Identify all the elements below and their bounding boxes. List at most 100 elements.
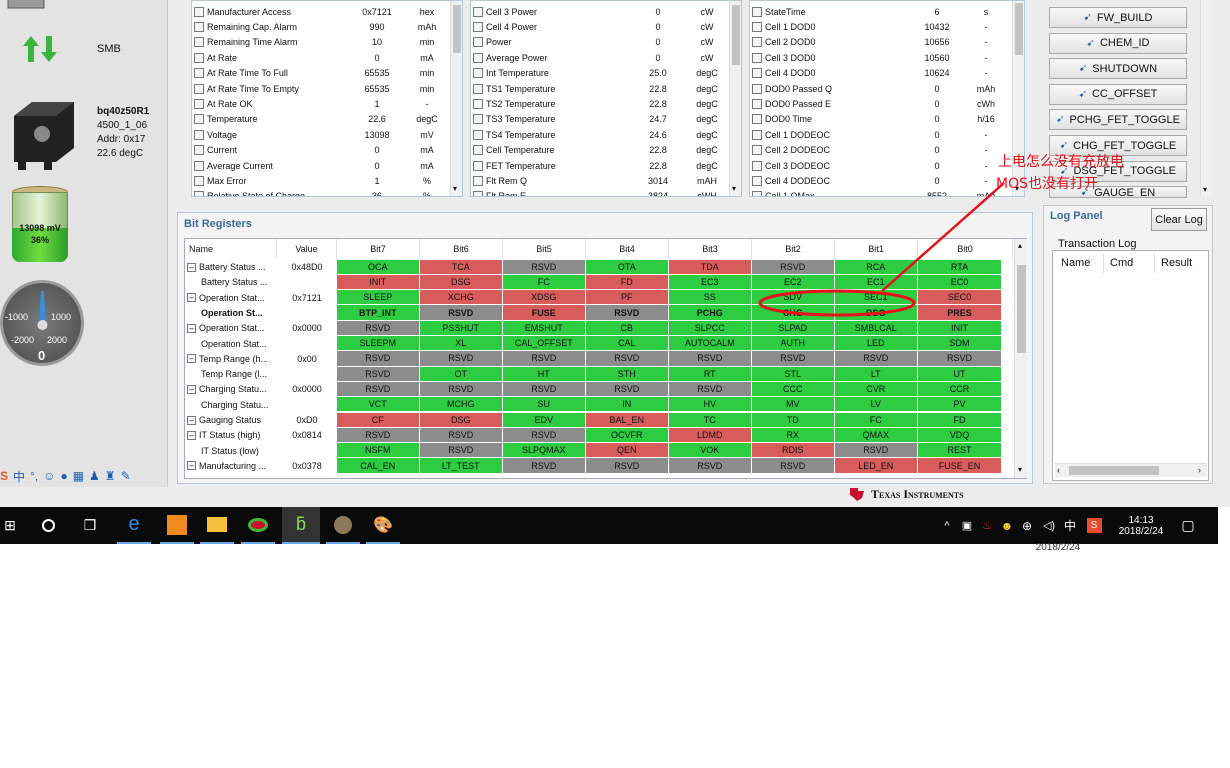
tray-smile-icon[interactable]: ☻ bbox=[998, 507, 1016, 544]
bit-cell: FUSE_EN bbox=[918, 458, 1002, 473]
register-name: TS2 Temperature bbox=[486, 99, 556, 110]
register-unit: cW bbox=[700, 37, 714, 48]
bit-register-label: IT Status (low) bbox=[201, 445, 259, 456]
paint-icon[interactable]: 🎨 bbox=[366, 507, 400, 544]
register-row[interactable]: DOD0 Passed Q 0 mAh bbox=[752, 81, 1007, 96]
emoji-icon[interactable]: ☺ bbox=[43, 469, 55, 483]
register-row[interactable]: Manufacturer Access 0x7121 hex bbox=[194, 4, 449, 19]
register-row[interactable]: Voltage 13098 mV bbox=[194, 127, 449, 142]
register-row[interactable]: TS3 Temperature 24.7 degC bbox=[473, 112, 728, 127]
task-view-button[interactable]: ❐ bbox=[74, 507, 106, 544]
register-value: 0 bbox=[934, 114, 940, 125]
skin-icon[interactable]: ♜ bbox=[105, 469, 116, 483]
bit-register-row[interactable]: – IT Status (high) 0x0814 RSVD RSVD RSVD OCVFR… bbox=[185, 427, 1013, 443]
app-green-red-icon[interactable] bbox=[241, 507, 275, 544]
ime-indicator[interactable]: 中 bbox=[1060, 507, 1080, 544]
register-row[interactable]: Int Temperature 25.0 degC bbox=[473, 66, 728, 81]
register-row[interactable]: DOD0 Passed E 0 cWh bbox=[752, 96, 1007, 111]
register-row[interactable]: Cell 4 Power 0 cW bbox=[473, 19, 728, 34]
command-button[interactable]: ➹ PCHG_FET_TOGGLE bbox=[1049, 109, 1187, 131]
ime-toolbar[interactable]: S 中 °, ☺ ● ▦ ♟ ♜ ✎ bbox=[0, 466, 166, 486]
bit-cell: OT bbox=[420, 366, 503, 381]
bit-cell: RDIS bbox=[752, 443, 835, 458]
bit-register-row[interactable]: Temp Range (l... RSVD OT HT STH RT STL LT UT bbox=[185, 366, 1013, 382]
register-row[interactable]: Cell 1 DOD0 10432 - bbox=[752, 19, 1007, 34]
bit-cell: RSVD bbox=[337, 381, 420, 397]
cortana-button[interactable] bbox=[32, 507, 64, 544]
register-row[interactable]: Cell 3 Power 0 cW bbox=[473, 4, 728, 19]
register-row[interactable]: Cell 4 DOD0 10624 - bbox=[752, 66, 1007, 81]
app-orange-icon[interactable] bbox=[160, 507, 194, 544]
register-row[interactable]: StateTime 6 s bbox=[752, 4, 1007, 19]
register-row[interactable]: Temperature 22.6 degC bbox=[194, 112, 449, 127]
punctuation-icon[interactable]: °, bbox=[30, 469, 38, 483]
expand-toggle-icon[interactable]: – bbox=[187, 384, 196, 394]
command-button[interactable]: ➹ CHEM_ID bbox=[1049, 32, 1187, 54]
clock[interactable]: 14:13 2018/2/24 bbox=[1110, 507, 1172, 544]
register-unit: - bbox=[425, 99, 429, 110]
register-row[interactable]: TS4 Temperature 24.6 degC bbox=[473, 127, 728, 142]
wrench-icon[interactable]: ✎ bbox=[121, 469, 131, 483]
register-row[interactable]: Remaining Time Alarm 10 min bbox=[194, 35, 449, 50]
log-panel: Log Panel Clear Log Transaction Log Name… bbox=[1043, 205, 1213, 484]
register-row[interactable]: DOD0 Time 0 h/16 bbox=[752, 112, 1007, 127]
bit-cell: OCVFR bbox=[586, 427, 669, 443]
command-button[interactable]: ➹ SHUTDOWN bbox=[1049, 58, 1187, 80]
mic-icon[interactable]: ● bbox=[60, 469, 67, 483]
bqstudio-taskbar-icon[interactable]: ƃ bbox=[282, 507, 320, 544]
expand-toggle-icon[interactable]: – bbox=[187, 430, 196, 440]
gauge-label: -1000 bbox=[5, 312, 29, 322]
tray-app-icon[interactable]: ▣ bbox=[958, 507, 976, 544]
register-name: At Rate Time To Full bbox=[207, 68, 288, 79]
keyboard-icon[interactable]: ▦ bbox=[73, 469, 84, 483]
bit-register-name: Charging Statu... bbox=[187, 397, 275, 412]
file-explorer-icon[interactable] bbox=[200, 507, 234, 544]
register-name: Cell 4 Power bbox=[486, 22, 538, 33]
register-row[interactable]: At Rate 0 mA bbox=[194, 50, 449, 65]
register-row[interactable]: At Rate Time To Full 65535 min bbox=[194, 66, 449, 81]
log-horizontal-scrollbar[interactable]: ‹ › bbox=[1055, 463, 1207, 477]
register-row[interactable]: TS2 Temperature 22.8 degC bbox=[473, 96, 728, 111]
bit-register-row[interactable]: – Manufacturing ... 0x0378 CAL_EN LT_TEST RSV… bbox=[185, 458, 1013, 473]
command-button[interactable]: ➹ CC_OFFSET bbox=[1049, 83, 1187, 105]
register-unit: - bbox=[984, 129, 988, 140]
volume-icon[interactable]: ◁) bbox=[1040, 507, 1058, 544]
show-hidden-icons[interactable]: ^ bbox=[940, 507, 954, 544]
bit-register-row[interactable]: IT Status (low) NSFM RSVD SLPQMAX QEN VOK RDIS… bbox=[185, 443, 1013, 458]
bit-register-row[interactable]: Charging Statu... VCT MCHG SU IN HV MV LV PV bbox=[185, 397, 1013, 412]
register-row[interactable]: At Rate Time To Empty 65535 min bbox=[194, 81, 449, 96]
ti-logo: Texas Instruments bbox=[848, 486, 964, 502]
notification-icon[interactable]: ▢ bbox=[1176, 507, 1200, 544]
expand-toggle-icon[interactable]: – bbox=[187, 461, 196, 471]
register-row[interactable]: TS1 Temperature 22.8 degC bbox=[473, 81, 728, 96]
register-row[interactable]: Cell 1 DODEOC 0 - bbox=[752, 127, 1007, 142]
register-name: Cell 2 DOD0 bbox=[765, 37, 816, 48]
edge-icon[interactable]: e bbox=[117, 507, 151, 544]
transaction-log-table: Name Cmd Result ‹ › bbox=[1052, 250, 1209, 481]
register-row[interactable]: Power 0 cW bbox=[473, 35, 728, 50]
register-name: Temperature bbox=[207, 114, 258, 125]
register-row[interactable]: Cell 3 DOD0 10560 - bbox=[752, 50, 1007, 65]
tray-flame-icon[interactable]: ♨ bbox=[978, 507, 996, 544]
clear-log-button[interactable]: Clear Log bbox=[1151, 208, 1207, 231]
expand-toggle-icon[interactable]: – bbox=[187, 354, 196, 364]
bit-register-row[interactable]: – Temp Range (h... 0x00 RSVD RSVD RSVD RSVD RSV… bbox=[185, 351, 1013, 366]
expand-toggle-icon[interactable]: – bbox=[187, 415, 196, 425]
command-button[interactable]: ➹ FW_BUILD bbox=[1049, 7, 1187, 28]
sogou-tray-icon[interactable]: S bbox=[1084, 507, 1104, 544]
register-row[interactable]: At Rate OK 1 - bbox=[194, 96, 449, 111]
register-unit: min bbox=[419, 37, 435, 48]
bit-register-row[interactable]: – Gauging Status 0xD0 CF DSG EDV BAL_EN TC TD FC F… bbox=[185, 412, 1013, 428]
commands-scrollbar[interactable]: ▾ bbox=[1200, 0, 1212, 197]
register-row[interactable]: Remaining Cap. Alarm 990 mAh bbox=[194, 19, 449, 34]
start-button[interactable]: ⊞ bbox=[0, 507, 20, 544]
register-value: 22.6 bbox=[368, 114, 386, 125]
register-row[interactable]: Cell 2 DOD0 10656 - bbox=[752, 35, 1007, 50]
ime-chinese-icon[interactable]: 中 bbox=[13, 468, 25, 485]
register-row[interactable]: Average Power 0 cW bbox=[473, 50, 728, 65]
user-icon[interactable]: ♟ bbox=[89, 469, 100, 483]
gauge-label: -2000 bbox=[11, 335, 35, 345]
app-photo-icon[interactable] bbox=[326, 507, 360, 544]
bit-register-row[interactable]: – Charging Statu... 0x0000 RSVD RSVD RSVD RSVD… bbox=[185, 381, 1013, 397]
network-icon[interactable] bbox=[1021, 507, 1039, 544]
